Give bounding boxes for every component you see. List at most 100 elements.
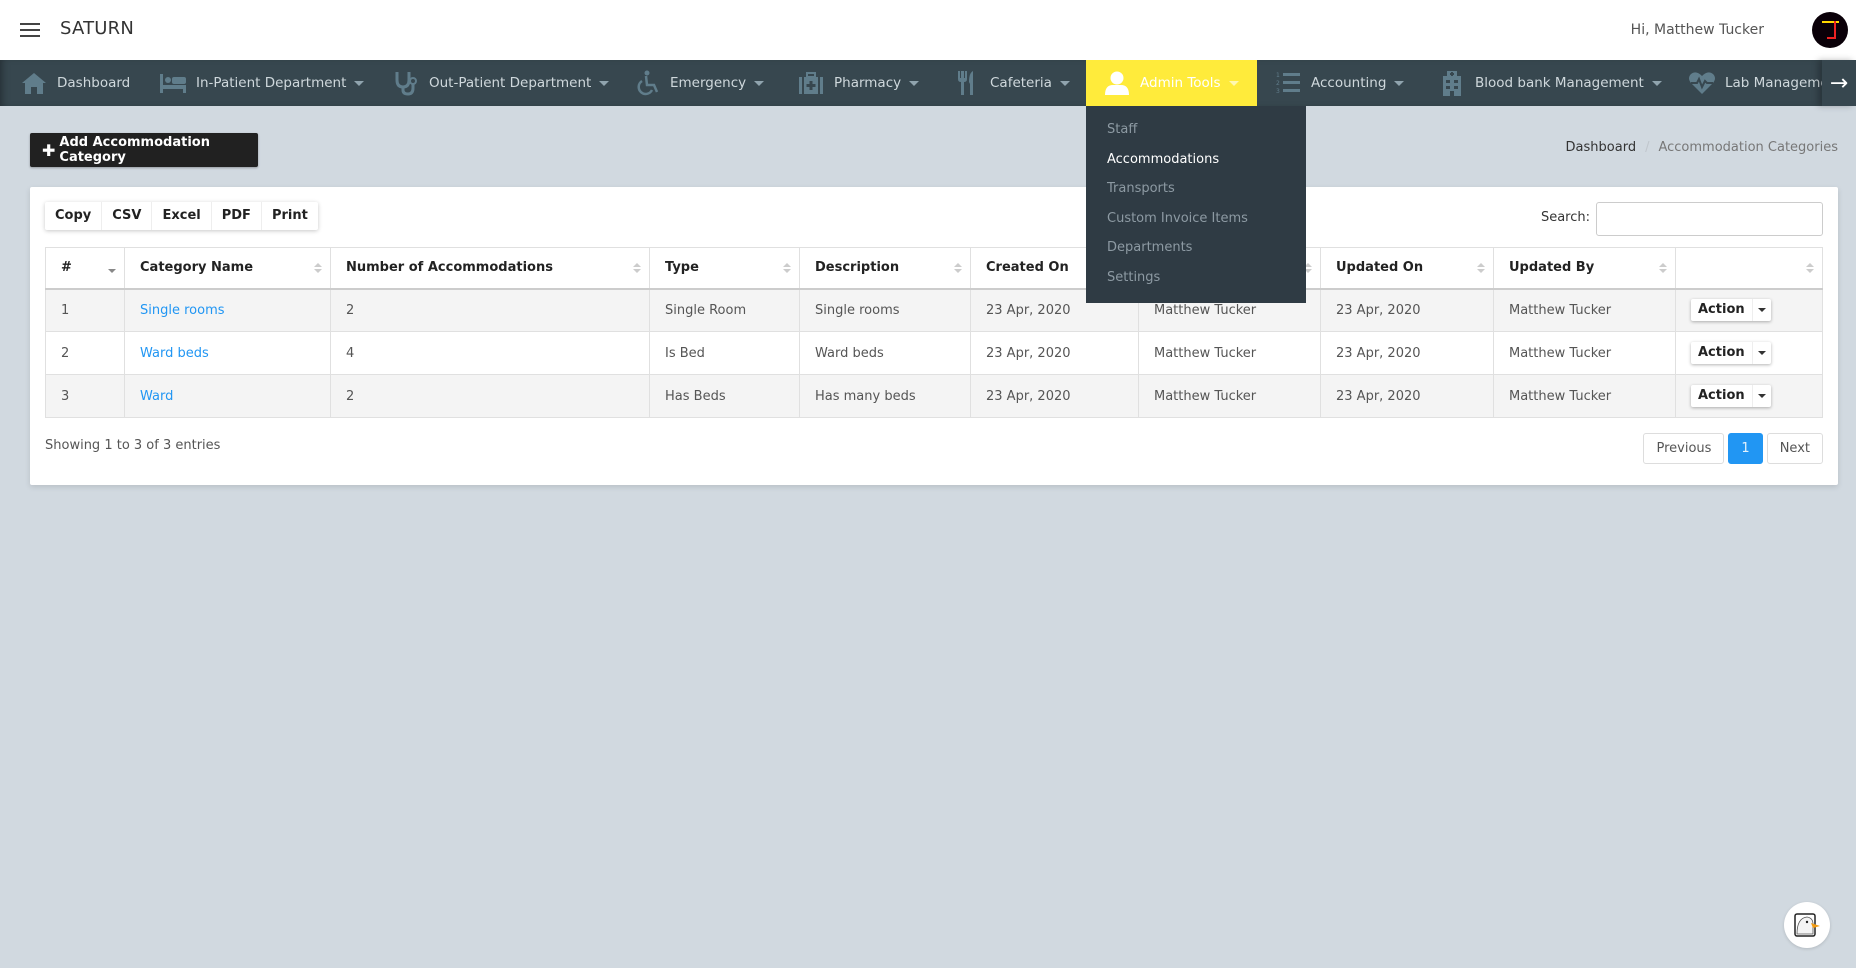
- cell-created-on: 23 Apr, 2020: [970, 374, 1139, 418]
- action-dropdown-button[interactable]: Action: [1691, 385, 1771, 407]
- nav-label: In-Patient Department: [196, 75, 347, 91]
- nav-label: Emergency: [670, 75, 747, 91]
- app-brand: SATURN: [60, 18, 135, 39]
- column-header-updated-on[interactable]: Updated On: [1320, 247, 1494, 290]
- copy-button[interactable]: Copy: [45, 202, 103, 230]
- cutlery-icon: [953, 70, 981, 96]
- medkit-icon: [797, 70, 825, 96]
- csv-button[interactable]: CSV: [102, 202, 153, 230]
- cell-updated-on: 23 Apr, 2020: [1320, 331, 1494, 375]
- top-header: SATURN Hi, Matthew Tucker: [0, 0, 1856, 60]
- nav-pharmacy[interactable]: Pharmacy: [797, 60, 920, 106]
- header-label: Category Name: [140, 260, 254, 276]
- column-header-type[interactable]: Type: [649, 247, 800, 290]
- nav-label: Accounting: [1311, 75, 1387, 91]
- stethoscope-icon: [392, 70, 420, 96]
- cell-description: Single rooms: [799, 288, 971, 332]
- nav-accounting[interactable]: 123 Accounting: [1274, 60, 1405, 106]
- dropdown-item-transports[interactable]: Transports: [1086, 174, 1306, 204]
- caret-down-icon: [1228, 80, 1239, 86]
- header-label: Type: [665, 260, 699, 276]
- column-header-updated-by[interactable]: Updated By: [1493, 247, 1676, 290]
- floating-assistant-button[interactable]: [1784, 902, 1830, 948]
- pdf-button[interactable]: PDF: [212, 202, 262, 230]
- caret-down-icon[interactable]: [1751, 299, 1771, 322]
- search-input[interactable]: [1596, 202, 1823, 236]
- sort-desc-icon: [108, 263, 116, 275]
- nav-label: Dashboard: [57, 75, 131, 91]
- search-label: Search:: [1540, 210, 1590, 225]
- column-header-category-name[interactable]: Category Name: [124, 247, 331, 290]
- svg-text:2: 2: [1276, 80, 1280, 87]
- cell-count: 4: [330, 331, 650, 375]
- nav-cafeteria[interactable]: Cafeteria: [953, 60, 1070, 106]
- caret-down-icon: [1059, 80, 1070, 86]
- page-1-button[interactable]: 1: [1728, 433, 1763, 464]
- cell-category-name: Ward: [124, 374, 331, 418]
- cell-type: Is Bed: [649, 331, 800, 375]
- cell-updated-on: 23 Apr, 2020: [1320, 374, 1494, 418]
- caret-down-icon[interactable]: [1751, 385, 1771, 407]
- nav-label: Pharmacy: [834, 75, 902, 91]
- nav-blood-bank[interactable]: Blood bank Management: [1438, 60, 1662, 106]
- dropdown-item-custom-invoice-items[interactable]: Custom Invoice Items: [1086, 204, 1306, 234]
- heartbeat-icon: [1688, 70, 1716, 96]
- category-link[interactable]: Ward beds: [140, 346, 209, 361]
- nav-dashboard[interactable]: Dashboard: [20, 60, 130, 106]
- pagination: Previous 1 Next: [1643, 433, 1823, 464]
- print-button[interactable]: Print: [262, 202, 318, 230]
- nav-label: Out-Patient Department: [429, 75, 592, 91]
- breadcrumb-dashboard[interactable]: Dashboard: [1566, 140, 1637, 155]
- nav-label: Admin Tools: [1140, 75, 1221, 91]
- caret-down-icon[interactable]: [1751, 342, 1771, 364]
- category-link[interactable]: Single rooms: [140, 303, 225, 318]
- svg-text:3: 3: [1276, 88, 1280, 95]
- nav-out-patient[interactable]: Out-Patient Department: [392, 60, 610, 106]
- sort-icon: [1477, 263, 1485, 275]
- action-label: Action: [1698, 388, 1745, 403]
- next-page-button[interactable]: Next: [1766, 433, 1823, 464]
- action-dropdown-button[interactable]: Action: [1691, 299, 1771, 322]
- cell-created-on: 23 Apr, 2020: [970, 331, 1139, 375]
- main-navbar: Dashboard In-Patient Department Out-Pati…: [0, 60, 1856, 106]
- plus-icon: ✚: [42, 140, 56, 160]
- column-header-description[interactable]: Description: [799, 247, 971, 290]
- nav-in-patient[interactable]: In-Patient Department: [159, 60, 365, 106]
- cell-updated-by: Matthew Tucker: [1493, 288, 1676, 332]
- cell-description: Ward beds: [799, 331, 971, 375]
- dropdown-item-settings[interactable]: Settings: [1086, 263, 1306, 293]
- previous-page-button[interactable]: Previous: [1643, 433, 1725, 464]
- add-accommodation-category-button[interactable]: ✚ Add Accommodation Category: [30, 133, 258, 167]
- nav-lab-management[interactable]: Lab Management: [1688, 60, 1843, 106]
- dropdown-item-accommodations[interactable]: Accommodations: [1086, 145, 1306, 175]
- hamburger-menu-icon[interactable]: [20, 23, 40, 37]
- cell-created-by: Matthew Tucker: [1138, 331, 1321, 375]
- action-dropdown-button[interactable]: Action: [1691, 342, 1771, 364]
- user-avatar[interactable]: [1812, 12, 1848, 48]
- caret-down-icon: [1394, 80, 1405, 86]
- header-label: Description: [815, 260, 900, 276]
- caret-down-icon: [754, 80, 765, 86]
- action-label: Action: [1698, 302, 1745, 318]
- column-header-actions[interactable]: [1675, 247, 1823, 290]
- nav-emergency[interactable]: Emergency: [633, 60, 765, 106]
- table-row: 1 Single rooms 2 Single Room Single room…: [45, 288, 1823, 332]
- category-link[interactable]: Ward: [140, 389, 173, 404]
- caret-down-icon: [354, 80, 365, 86]
- sort-icon: [633, 263, 641, 275]
- cell-category-name: Single rooms: [124, 288, 331, 332]
- sort-icon: [314, 263, 322, 275]
- cell-type: Single Room: [649, 288, 800, 332]
- dropdown-item-staff[interactable]: Staff: [1086, 115, 1306, 145]
- nav-admin-tools[interactable]: Admin Tools: [1086, 60, 1257, 106]
- dropdown-item-departments[interactable]: Departments: [1086, 233, 1306, 263]
- user-icon: [1103, 70, 1131, 96]
- cell-updated-by: Matthew Tucker: [1493, 374, 1676, 418]
- breadcrumb-current: Accommodation Categories: [1658, 140, 1838, 155]
- column-header-number[interactable]: #: [45, 247, 125, 290]
- excel-button[interactable]: Excel: [152, 202, 212, 230]
- cell-number: 2: [45, 331, 125, 375]
- column-header-number-of-accommodations[interactable]: Number of Accommodations: [330, 247, 650, 290]
- nav-scroll-right-icon[interactable]: →: [1822, 60, 1856, 106]
- nav-label: Cafeteria: [990, 75, 1052, 91]
